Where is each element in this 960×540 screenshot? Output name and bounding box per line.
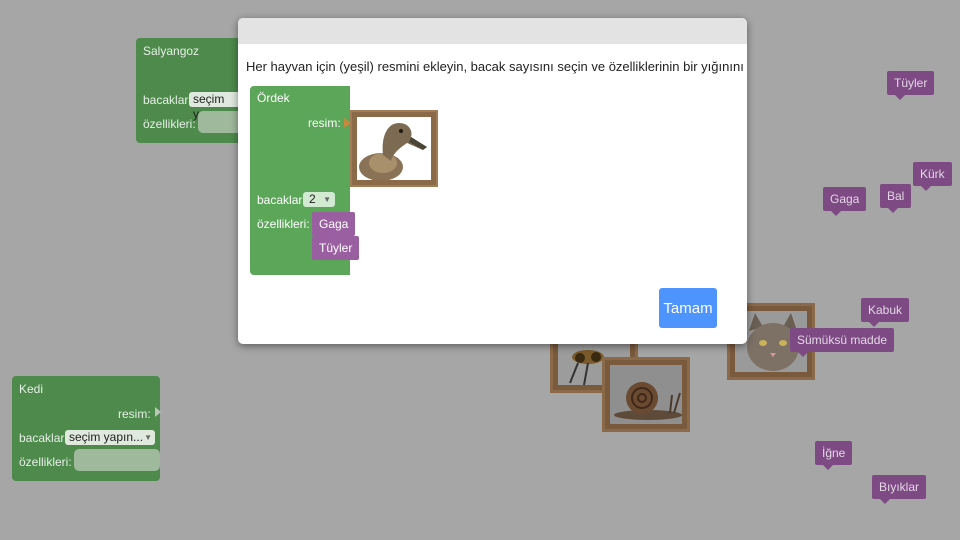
duck-legs-label: bacaklar: bbox=[257, 193, 306, 207]
duck-icon bbox=[357, 117, 431, 180]
duck-legs-value: 2 bbox=[309, 192, 316, 206]
attribute-block-fur[interactable]: Kürk bbox=[913, 162, 952, 191]
cat-legs-label: bacaklar: bbox=[19, 431, 68, 445]
chevron-down-icon: ▼ bbox=[144, 433, 153, 442]
help-dialog: Her hayvan için (yeşil) resmini ekleyin,… bbox=[238, 18, 747, 344]
snail-legs-label: bacaklar: bbox=[143, 93, 192, 107]
cat-attributes-label: özellikleri: bbox=[19, 455, 72, 469]
attribute-block-feathers[interactable]: Tüyler bbox=[887, 71, 935, 100]
duck-picture[interactable] bbox=[350, 110, 438, 187]
dialog-header[interactable] bbox=[238, 18, 747, 44]
snail-animal-block[interactable]: Salyangoz bacaklar: seçim yap özellikler… bbox=[136, 38, 246, 143]
attribute-block-slime[interactable]: Sümüksü madde bbox=[790, 328, 895, 357]
cat-legs-value: seçim yapın... bbox=[69, 430, 144, 444]
snail-picture[interactable] bbox=[602, 357, 690, 432]
attribute-block-stinger[interactable]: İğne bbox=[815, 441, 853, 470]
snail-image bbox=[610, 365, 682, 424]
snail-attributes-label: özellikleri: bbox=[143, 117, 196, 131]
snail-block-title: Salyangoz bbox=[143, 44, 200, 58]
attribute-block-whiskers[interactable]: Bıyıklar bbox=[872, 475, 927, 504]
cat-animal-block[interactable]: Kedi resim: bacaklar: seçim yapın... ▼ ö… bbox=[12, 376, 161, 481]
snail-icon bbox=[610, 365, 682, 424]
duck-attribute-beak[interactable]: Gaga bbox=[312, 212, 356, 236]
attribute-block-honey[interactable]: Bal bbox=[880, 184, 912, 213]
cat-image-socket[interactable] bbox=[155, 407, 161, 417]
cat-block-title: Kedi bbox=[19, 382, 44, 396]
cat-attributes-slot[interactable] bbox=[74, 449, 160, 471]
dialog-instruction: Her hayvan için (yeşil) resmini ekleyin,… bbox=[246, 59, 747, 74]
cat-image-label: resim: bbox=[118, 407, 151, 421]
chevron-down-icon: ▼ bbox=[323, 195, 331, 204]
duck-legs-dropdown[interactable]: 2 ▼ bbox=[303, 192, 335, 207]
attribute-block-beak[interactable]: Gaga bbox=[823, 187, 867, 216]
duck-animal-block[interactable]: Ördek resim: bacaklar: 2 ▼ özellikleri: … bbox=[250, 86, 360, 275]
duck-image-label: resim: bbox=[308, 116, 341, 130]
duck-attributes-label: özellikleri: bbox=[257, 217, 310, 231]
ok-button[interactable]: Tamam bbox=[659, 288, 717, 328]
duck-attribute-feathers[interactable]: Tüyler bbox=[312, 236, 360, 260]
cat-legs-dropdown[interactable]: seçim yapın... ▼ bbox=[65, 430, 156, 445]
duck-image bbox=[357, 117, 431, 180]
attribute-block-shell[interactable]: Kabuk bbox=[861, 298, 910, 327]
duck-block-title: Ördek bbox=[257, 91, 290, 105]
